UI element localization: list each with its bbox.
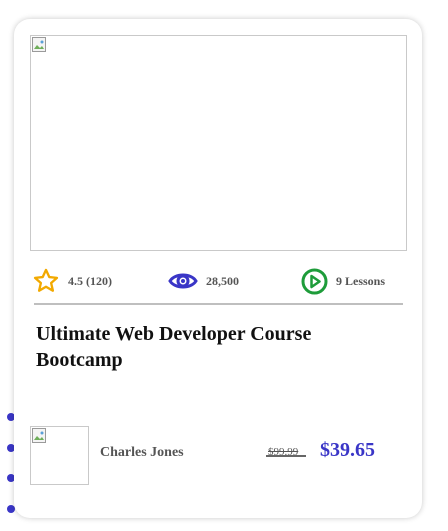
lessons: 9 Lessons: [301, 267, 385, 295]
divider: [34, 303, 403, 305]
course-title[interactable]: Ultimate Web Developer Course Bootcamp: [36, 321, 396, 373]
eye-icon: [168, 273, 198, 289]
author-avatar[interactable]: [30, 426, 89, 485]
rating: 4.5 (120): [32, 267, 112, 295]
views-text: 28,500: [206, 273, 239, 288]
author-name[interactable]: Charles Jones: [100, 445, 184, 461]
original-price: $99.99: [265, 446, 307, 458]
course-thumbnail[interactable]: [30, 35, 407, 251]
star-icon: [33, 268, 59, 292]
sale-price: $39.65: [320, 439, 375, 461]
course-card[interactable]: 4.5 (120) 28,500 9 Lessons Ultimate Web …: [14, 19, 422, 518]
views: 28,500: [168, 267, 239, 295]
rating-text: 4.5 (120): [68, 273, 112, 288]
broken-image-icon: [32, 428, 46, 443]
play-circle-icon: [301, 268, 328, 294]
broken-image-icon: [32, 37, 46, 52]
lessons-text: 9 Lessons: [336, 273, 386, 288]
